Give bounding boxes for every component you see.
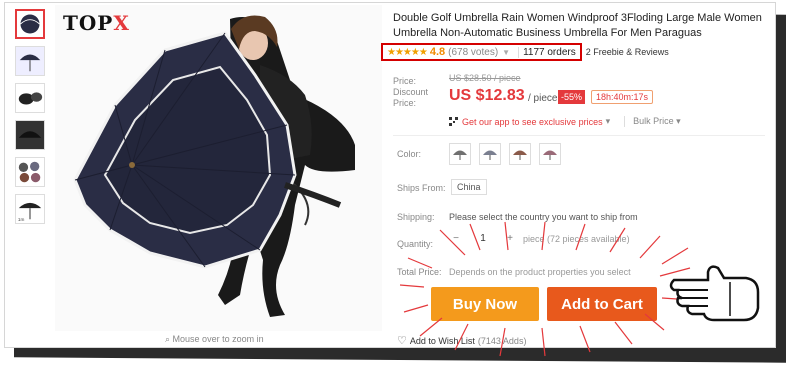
buy-now-button[interactable]: Buy Now — [431, 287, 539, 321]
orders-count: 1177 orders — [518, 46, 576, 58]
color-swatches — [449, 143, 569, 165]
vote-count: (678 votes) — [448, 46, 499, 58]
color-swatch-gray[interactable] — [449, 143, 471, 165]
rating-value: 4.8 — [429, 46, 446, 58]
chevron-down-icon: ▼ — [502, 47, 511, 57]
app-offer-dropdown-icon[interactable]: ▾ — [606, 116, 611, 127]
color-swatch-slate[interactable] — [479, 143, 501, 165]
zoom-hint: ⌕ Mouse over to zoom in — [165, 334, 264, 344]
wishlist-link[interactable]: ♡ Add to Wish List (7143 Adds) — [397, 334, 526, 347]
freebie-reviews-link[interactable]: 2 Freebie & Reviews — [586, 47, 669, 57]
thumbnail-strip: 1m — [15, 9, 49, 231]
thumbnail-umbrella-top[interactable] — [15, 83, 45, 113]
rating-highlight[interactable]: ★★★★★ 4.8 (678 votes) ▼ 1177 orders — [381, 43, 582, 61]
qr-code-icon — [449, 117, 458, 126]
bulk-price-dropdown[interactable]: Bulk Price ▾ — [624, 116, 681, 127]
product-main-image[interactable]: TOPX — [55, 5, 382, 331]
section-divider — [393, 135, 765, 136]
quantity-available: piece (72 pieces available) — [523, 233, 630, 244]
star-rating-icon: ★★★★★ — [387, 46, 428, 58]
original-price: US $28.50 / piece — [449, 73, 521, 83]
heart-icon: ♡ — [397, 335, 407, 347]
ships-from-label: Ships From: — [397, 183, 446, 193]
countdown-timer: 18h:40m:17s — [591, 90, 654, 104]
product-title: Double Golf Umbrella Rain Women Windproo… — [393, 12, 762, 39]
thumbnail-umbrella-dark[interactable] — [15, 120, 45, 150]
discount-price-label: Discount Price: — [393, 87, 429, 108]
total-price-label: Total Price: — [397, 267, 442, 277]
color-swatch-brown[interactable] — [509, 143, 531, 165]
shipping-label: Shipping: — [397, 212, 435, 222]
app-offer-row: Get our app to see exclusive prices ▾ Bu… — [449, 116, 681, 127]
app-offer-link[interactable]: Get our app to see exclusive prices — [462, 117, 603, 127]
price-label: Price: — [393, 76, 417, 86]
quantity-label: Quantity: — [397, 239, 434, 249]
thumbnail-umbrella-open[interactable] — [15, 9, 45, 39]
price-block: Price: US $28.50 / piece Discount Price:… — [393, 73, 765, 127]
per-piece: / piece — [528, 93, 558, 104]
svg-text:1m: 1m — [18, 217, 25, 222]
product-page: 1m TOPX ⌕ Mouse over to zoom in Double G… — [4, 2, 776, 348]
wishlist-count: (7143 Adds) — [477, 335, 527, 346]
product-info: Double Golf Umbrella Rain Women Windproo… — [381, 11, 773, 347]
quantity-increase-button[interactable]: + — [503, 233, 517, 244]
quantity-stepper: − 1 + piece (72 pieces available) — [449, 233, 630, 244]
quantity-input[interactable]: 1 — [463, 233, 503, 244]
wishlist-label: Add to Wish List — [409, 335, 475, 346]
quantity-decrease-button[interactable]: − — [449, 233, 463, 244]
pointing-hand-icon — [669, 265, 760, 322]
shipping-value[interactable]: Please select the country you want to sh… — [449, 212, 638, 222]
discount-badge: -55% — [558, 90, 586, 104]
brand-logo: TOPX — [63, 11, 130, 35]
thumbnail-umbrella-colors[interactable] — [15, 157, 45, 187]
umbrella-photo — [55, 5, 382, 331]
color-label: Color: — [397, 149, 422, 159]
discount-price: US $12.83 — [449, 87, 525, 104]
thumbnail-umbrella-size[interactable]: 1m — [15, 194, 45, 224]
ships-from-option[interactable]: China — [451, 179, 487, 195]
total-price-value: Depends on the product properties you se… — [449, 267, 631, 277]
thumbnail-umbrella-rain[interactable] — [15, 46, 45, 76]
add-to-cart-button[interactable]: Add to Cart — [547, 287, 657, 321]
color-swatch-rose[interactable] — [539, 143, 561, 165]
rating-row: ★★★★★ 4.8 (678 votes) ▼ 1177 orders 2 Fr… — [381, 43, 669, 61]
